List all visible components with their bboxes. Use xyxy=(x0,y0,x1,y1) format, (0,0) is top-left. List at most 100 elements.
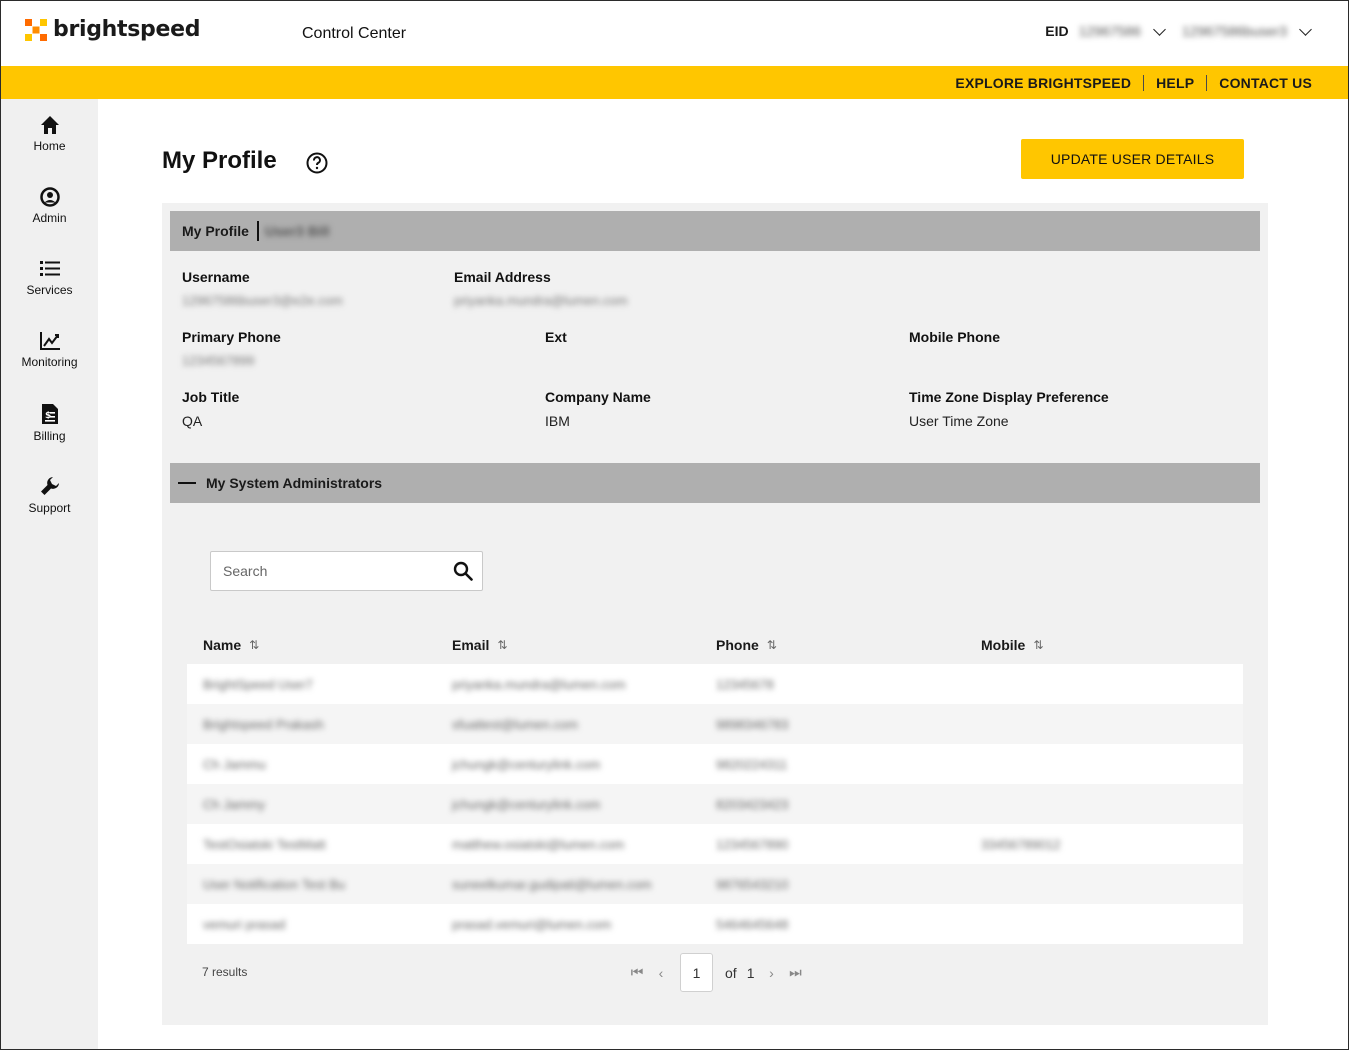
profile-section-header: My Profile User3 Bill xyxy=(170,211,1260,251)
cell-email: jchungk@centurylink.com xyxy=(452,796,601,812)
ext-label: Ext xyxy=(545,329,567,345)
cell-mobile: 33456789012 xyxy=(981,836,1061,852)
contact-us-link[interactable]: CONTACT US xyxy=(1207,75,1324,91)
next-page-icon[interactable]: › xyxy=(764,965,778,981)
job-title-label: Job Title xyxy=(182,389,240,405)
account-selectors: EID 12967586 12967586buser3 xyxy=(1045,22,1318,39)
collapse-minus-icon[interactable] xyxy=(178,482,196,484)
sidebar-item-services[interactable]: Services xyxy=(1,259,98,297)
table-row[interactable]: TestOsiatski TestMatt matthew.osiatski@l… xyxy=(187,824,1243,864)
table-row[interactable]: BrightSpeed User7 priyanka.mundra@lumen.… xyxy=(187,664,1243,704)
sort-icon[interactable]: ⇅ xyxy=(497,638,507,652)
sort-icon[interactable]: ⇅ xyxy=(767,638,777,652)
title-divider xyxy=(256,221,259,241)
search-box xyxy=(210,551,483,591)
sidebar-item-support[interactable]: Support xyxy=(1,475,98,515)
email-label: Email Address xyxy=(454,269,551,285)
cell-email: priyanka.mundra@lumen.com xyxy=(452,676,626,692)
email-value: priyanka.mundra@lumen.com xyxy=(454,293,628,308)
sidebar-item-home[interactable]: Home xyxy=(1,115,98,153)
last-page-icon[interactable]: ⏭ xyxy=(788,964,802,981)
profile-section-user: User3 Bill xyxy=(264,223,330,239)
sidebar-item-label: Billing xyxy=(33,429,66,443)
pagination: ⏮ ‹ 1 of 1 › ⏭ xyxy=(630,953,802,992)
cell-phone: 9820224311 xyxy=(716,756,788,772)
total-pages: 1 xyxy=(746,964,755,981)
profile-panel: My Profile User3 Bill Username 12967586b… xyxy=(162,203,1268,1025)
cell-phone: 5464645648 xyxy=(716,916,789,932)
utility-nav: EXPLORE BRIGHTSPEED HELP CONTACT US xyxy=(1,66,1348,99)
update-user-details-button[interactable]: UPDATE USER DETAILS xyxy=(1021,139,1244,179)
admins-section-header[interactable]: My System Administrators xyxy=(170,463,1260,503)
brand-name: brightspeed xyxy=(53,17,201,42)
column-header-email[interactable]: Email ⇅ xyxy=(452,637,716,653)
timezone-value: User Time Zone xyxy=(909,413,1009,429)
help-circle-icon[interactable] xyxy=(306,152,328,174)
search-input[interactable] xyxy=(211,552,441,590)
explore-brightspeed-link[interactable]: EXPLORE BRIGHTSPEED xyxy=(943,75,1143,91)
page-number-input[interactable]: 1 xyxy=(680,953,713,992)
sidebar-item-admin[interactable]: Admin xyxy=(1,187,98,225)
of-label: of xyxy=(725,964,737,981)
table-header: Name ⇅ Email ⇅ Phone ⇅ Mobile ⇅ xyxy=(187,625,1243,664)
mobile-phone-label: Mobile Phone xyxy=(909,329,1000,345)
sidebar-item-label: Services xyxy=(26,283,73,297)
column-header-mobile[interactable]: Mobile ⇅ xyxy=(981,637,1243,653)
company-name-label: Company Name xyxy=(545,389,651,405)
app-frame: brightspeed Control Center EID 12967586 … xyxy=(0,0,1349,1050)
cell-phone: 1234567890 xyxy=(716,836,789,852)
timezone-label: Time Zone Display Preference xyxy=(909,389,1109,405)
username-value: 12967586buser3@e2e.com xyxy=(182,293,343,308)
admins-section-title: My System Administrators xyxy=(206,475,383,491)
sidebar-item-label: Home xyxy=(33,139,66,153)
search-icon[interactable] xyxy=(453,561,473,581)
table-row[interactable]: Ch Jammu jchungk@centurylink.com 9820224… xyxy=(187,744,1243,784)
sidebar-item-label: Admin xyxy=(32,211,67,225)
column-header-name[interactable]: Name ⇅ xyxy=(187,637,452,653)
results-count: 7 results xyxy=(202,965,248,979)
cell-name: User Notification Test Bu xyxy=(203,876,346,892)
sidebar: Home Admin Services Monitoring $ Billing… xyxy=(1,99,98,1049)
admins-table: Name ⇅ Email ⇅ Phone ⇅ Mobile ⇅ BrightSpeed … xyxy=(187,625,1243,944)
sort-icon[interactable]: ⇅ xyxy=(1033,638,1043,652)
table-row[interactable]: vemuri prasad prasad.vemuri@lumen.com 54… xyxy=(187,904,1243,944)
sidebar-item-billing[interactable]: $ Billing xyxy=(1,403,98,443)
user-circle-icon xyxy=(39,187,60,207)
column-label: Mobile xyxy=(981,636,1026,653)
prev-page-icon[interactable]: ‹ xyxy=(654,965,668,981)
eid-chevron-down-icon[interactable] xyxy=(1153,22,1166,36)
user-value[interactable]: 12967586buser3 xyxy=(1182,23,1287,39)
sidebar-item-label: Support xyxy=(28,501,71,515)
cell-email: suneelkumar.gudipati@lumen.com xyxy=(452,876,652,892)
cell-name: vemuri prasad xyxy=(203,916,286,932)
user-chevron-down-icon[interactable] xyxy=(1299,22,1312,36)
table-row[interactable]: Ch Jammy jchungk@centurylink.com 8203423… xyxy=(187,784,1243,824)
cell-name: Ch Jammu xyxy=(203,756,266,772)
cell-name: TestOsiatski TestMatt xyxy=(203,836,326,852)
cell-email: matthew.osiatski@lumen.com xyxy=(452,836,625,852)
table-row[interactable]: Brightspeed Prakash sfuattest@lumen.com … xyxy=(187,704,1243,744)
first-page-icon[interactable]: ⏮ xyxy=(630,964,644,981)
help-link[interactable]: HELP xyxy=(1144,75,1206,91)
primary-phone-label: Primary Phone xyxy=(182,329,281,345)
sidebar-item-monitoring[interactable]: Monitoring xyxy=(1,331,98,369)
profile-section-title: My Profile xyxy=(182,223,249,239)
cell-name: BrightSpeed User7 xyxy=(203,676,313,692)
column-label: Phone xyxy=(716,636,759,653)
chart-icon xyxy=(39,332,60,350)
column-header-phone[interactable]: Phone ⇅ xyxy=(716,637,981,653)
sort-icon[interactable]: ⇅ xyxy=(249,638,259,652)
cell-email: prasad.vemuri@lumen.com xyxy=(452,916,612,932)
cell-name: Ch Jammy xyxy=(203,796,266,812)
table-row[interactable]: User Notification Test Bu suneelkumar.gu… xyxy=(187,864,1243,904)
list-icon xyxy=(39,261,60,276)
username-label: Username xyxy=(182,269,250,285)
home-icon xyxy=(40,116,59,134)
wrench-icon xyxy=(40,477,59,495)
brightspeed-logo-icon xyxy=(25,18,47,41)
job-title-value: QA xyxy=(182,413,203,429)
cell-email: jchungk@centurylink.com xyxy=(452,756,601,772)
brand-logo[interactable]: brightspeed xyxy=(25,17,201,42)
eid-value[interactable]: 12967586 xyxy=(1079,23,1141,39)
top-header: brightspeed Control Center EID 12967586 … xyxy=(1,1,1348,66)
